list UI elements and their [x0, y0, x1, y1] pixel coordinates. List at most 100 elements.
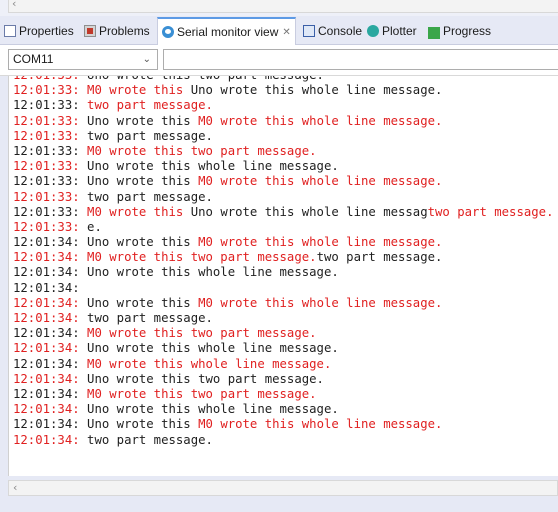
tab-serial-monitor-view[interactable]: Serial monitor view ✕: [157, 17, 296, 45]
log-text: M0 wrote this: [87, 83, 191, 98]
top-horizontal-scrollbar[interactable]: ‹: [0, 0, 558, 16]
log-text: two part message.: [427, 204, 554, 219]
log-text: Uno wrote this: [87, 295, 199, 310]
problems-icon: [84, 25, 96, 37]
log-line: 12:01:34: Uno wrote this whole line mess…: [13, 265, 558, 280]
port-select[interactable]: COM11 ⌄: [8, 49, 158, 70]
log-text: Uno wrote this whole line message.: [87, 265, 339, 280]
plotter-icon: [367, 25, 379, 37]
tab-properties[interactable]: Properties: [4, 19, 74, 43]
log-timestamp: 12:01:33:: [13, 174, 88, 189]
log-line: 12:01:33: e.: [13, 220, 558, 235]
scroll-left-arrow-icon[interactable]: ‹: [13, 481, 17, 494]
log-line: 12:01:33: two part message.: [13, 98, 558, 113]
log-timestamp: 12:01:34:: [13, 432, 88, 447]
log-text: Uno wrote this whole line message.: [87, 341, 339, 356]
log-line: 12:01:34: Uno wrote this M0 wrote this w…: [13, 417, 558, 432]
log-line: 12:01:34: M0 wrote this two part message…: [13, 326, 558, 341]
top-scroll-track[interactable]: ‹: [8, 0, 558, 13]
serial-monitor-icon: [162, 26, 174, 38]
tab-label: Plotter: [382, 24, 417, 38]
log-line: 12:01:33: two part message.: [13, 129, 558, 144]
log-timestamp: 12:01:33:: [13, 113, 88, 128]
log-timestamp: 12:01:33:: [13, 159, 88, 174]
log-line: 12:01:34: two part message.: [13, 433, 558, 448]
log-timestamp: 12:01:34:: [13, 311, 88, 325]
tab-console[interactable]: Console: [303, 19, 362, 43]
serial-output-lines: 12:01:33: Uno wrote this two part messag…: [13, 76, 558, 448]
log-text: Uno wrote this two part message.: [87, 371, 324, 386]
log-text: e.: [87, 219, 102, 234]
progress-icon: [428, 26, 440, 39]
log-line: 12:01:34: M0 wrote this whole line messa…: [13, 357, 558, 372]
log-text: two part message.: [87, 311, 213, 325]
tab-problems[interactable]: Problems: [84, 19, 150, 43]
log-text: M0 wrote this two part message.: [87, 326, 317, 341]
bottom-horizontal-scrollbar[interactable]: ‹: [8, 480, 558, 496]
tab-label: Problems: [99, 24, 150, 38]
tab-label: Serial monitor view: [177, 25, 279, 39]
log-text: two part message.: [87, 128, 213, 143]
log-line: 12:01:34: two part message.: [13, 311, 558, 326]
log-line: 12:01:33: M0 wrote this Uno wrote this w…: [13, 205, 558, 220]
log-line: 12:01:33: Uno wrote this M0 wrote this w…: [13, 114, 558, 129]
log-line: 12:01:34:: [13, 281, 558, 296]
log-timestamp: 12:01:33:: [13, 83, 88, 98]
log-timestamp: 12:01:34:: [13, 235, 88, 250]
chevron-down-icon[interactable]: ⌄: [143, 50, 151, 69]
log-timestamp: 12:01:34:: [13, 341, 88, 356]
tab-plotter[interactable]: Plotter: [367, 19, 417, 43]
console-icon: [303, 25, 315, 37]
log-text: M0 wrote this whole line message.: [198, 174, 443, 189]
log-text: two part message.: [316, 250, 443, 265]
view-tab-bar: Properties Problems Serial monitor view …: [0, 16, 558, 45]
serial-output[interactable]: 12:01:33: Uno wrote this two part messag…: [8, 76, 558, 476]
log-timestamp: 12:01:33:: [13, 204, 88, 219]
send-input[interactable]: [163, 49, 558, 70]
tab-label: Progress: [443, 24, 492, 38]
log-text: M0 wrote this: [87, 204, 191, 219]
log-timestamp: 12:01:33:: [13, 98, 88, 113]
log-text: two part message.: [87, 189, 213, 204]
log-timestamp: 12:01:34:: [13, 386, 88, 401]
log-text: Uno wrote this: [87, 235, 199, 250]
tab-label: Console: [318, 24, 363, 38]
log-line: 12:01:33: Uno wrote this M0 wrote this w…: [13, 174, 558, 189]
log-line: 12:01:34: Uno wrote this two part messag…: [13, 372, 558, 387]
log-line: 12:01:34: M0 wrote this two part message…: [13, 387, 558, 402]
close-icon[interactable]: ✕: [282, 27, 290, 38]
log-text: M0 wrote this whole line message.: [198, 113, 443, 128]
log-text: Uno wrote this: [87, 417, 199, 432]
log-line: 12:01:34: Uno wrote this whole line mess…: [13, 341, 558, 356]
log-line: 12:01:33: M0 wrote this two part message…: [13, 144, 558, 159]
log-timestamp: 12:01:34:: [13, 265, 88, 280]
log-text: two part message.: [87, 432, 213, 447]
log-timestamp: 12:01:34:: [13, 280, 80, 295]
log-line: 12:01:33: Uno wrote this two part messag…: [13, 76, 558, 83]
log-timestamp: 12:01:34:: [13, 402, 88, 417]
log-text: M0 wrote this whole line message.: [87, 356, 332, 371]
serial-toolbar: COM11 ⌄: [0, 45, 558, 76]
log-text: M0 wrote this whole line message.: [198, 235, 443, 250]
bottom-panel-border: [0, 496, 558, 512]
scroll-left-arrow-icon[interactable]: ‹: [12, 0, 16, 10]
log-text: M0 wrote this whole line message.: [198, 295, 443, 310]
log-timestamp: 12:01:33:: [13, 76, 87, 82]
log-text: M0 wrote this two part message.: [87, 250, 317, 265]
log-text: Uno wrote this whole line messag: [190, 204, 428, 219]
log-line: 12:01:34: M0 wrote this two part message…: [13, 250, 558, 265]
log-timestamp: 12:01:33:: [13, 143, 88, 158]
log-line: 12:01:33: Uno wrote this whole line mess…: [13, 159, 558, 174]
log-line: 12:01:33: two part message.: [13, 190, 558, 205]
log-timestamp: 12:01:34:: [13, 356, 88, 371]
properties-icon: [4, 25, 16, 37]
tab-progress[interactable]: Progress: [428, 19, 491, 43]
log-line: 12:01:33: M0 wrote this Uno wrote this w…: [13, 83, 558, 98]
log-text: Uno wrote this whole line message.: [87, 159, 339, 174]
log-text: Uno wrote this two part message.: [87, 76, 324, 82]
log-timestamp: 12:01:33:: [13, 189, 88, 204]
log-timestamp: 12:01:34:: [13, 295, 88, 310]
log-text: Uno wrote this: [87, 113, 199, 128]
log-line: 12:01:34: Uno wrote this M0 wrote this w…: [13, 235, 558, 250]
log-timestamp: 12:01:33:: [13, 219, 88, 234]
